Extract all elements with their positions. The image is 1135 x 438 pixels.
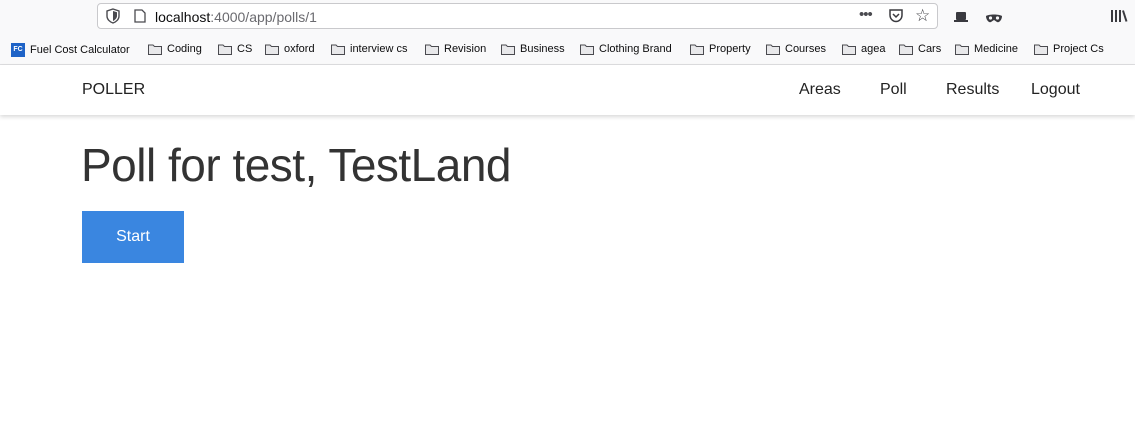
nav-link-poll[interactable]: Poll [880, 81, 907, 99]
folder-icon [766, 44, 780, 55]
bookmark-folder-cs[interactable]: CS [218, 43, 252, 55]
folder-icon [1034, 44, 1048, 55]
start-button[interactable]: Start [82, 211, 184, 263]
browser-toolbar: localhost:4000/app/polls/1 ••• ☆ [0, 0, 1135, 36]
folder-icon [218, 44, 232, 55]
bookmark-folder-interview-cs[interactable]: interview cs [331, 43, 407, 55]
bookmark-folder-business[interactable]: Business [501, 43, 565, 55]
nav-link-areas[interactable]: Areas [799, 81, 841, 99]
page-actions-icon[interactable]: ••• [859, 6, 873, 23]
nav-link-logout[interactable]: Logout [1031, 81, 1080, 99]
folder-icon [899, 44, 913, 55]
bookmark-star-icon[interactable]: ☆ [915, 6, 930, 26]
folder-icon [580, 44, 594, 55]
folder-icon [265, 44, 279, 55]
bookmark-folder-project-cs[interactable]: Project Cs [1034, 43, 1104, 55]
bookmark-folder-coding[interactable]: Coding [148, 43, 202, 55]
nav-link-results[interactable]: Results [946, 81, 999, 99]
bookmark-folder-clothing-brand[interactable]: Clothing Brand [580, 43, 672, 55]
bookmark-folder-oxford[interactable]: oxford [265, 43, 315, 55]
private-mask-icon[interactable] [985, 11, 1003, 29]
bookmark-folder-medicine[interactable]: Medicine [955, 43, 1018, 55]
extension-icon[interactable] [953, 10, 969, 28]
pocket-icon[interactable] [888, 8, 904, 28]
page-title: Poll for test, TestLand [81, 139, 512, 191]
address-bar[interactable]: localhost:4000/app/polls/1 ••• ☆ [97, 3, 938, 29]
app-navbar: POLLER Areas Poll Results Logout [0, 65, 1135, 115]
shield-icon[interactable] [106, 8, 120, 29]
fc-favicon-icon: FC [11, 43, 25, 57]
bookmark-folder-courses[interactable]: Courses [766, 43, 826, 55]
folder-icon [690, 44, 704, 55]
folder-icon [425, 44, 439, 55]
library-icon[interactable] [1110, 9, 1128, 28]
folder-icon [955, 44, 969, 55]
bookmark-folder-revision[interactable]: Revision [425, 43, 486, 55]
folder-icon [148, 44, 162, 55]
folder-icon [331, 44, 345, 55]
bookmarks-bar: FC Fuel Cost Calculator Coding CS oxford … [0, 36, 1135, 65]
bookmark-fuel-cost-calculator[interactable]: FC Fuel Cost Calculator [11, 43, 130, 57]
bookmark-folder-property[interactable]: Property [690, 43, 751, 55]
folder-icon [842, 44, 856, 55]
page-icon [134, 9, 146, 28]
bookmark-folder-agea[interactable]: agea [842, 43, 885, 55]
bookmark-folder-cars[interactable]: Cars [899, 43, 941, 55]
url-text[interactable]: localhost:4000/app/polls/1 [155, 9, 317, 25]
brand-logo[interactable]: POLLER [82, 81, 145, 99]
folder-icon [501, 44, 515, 55]
